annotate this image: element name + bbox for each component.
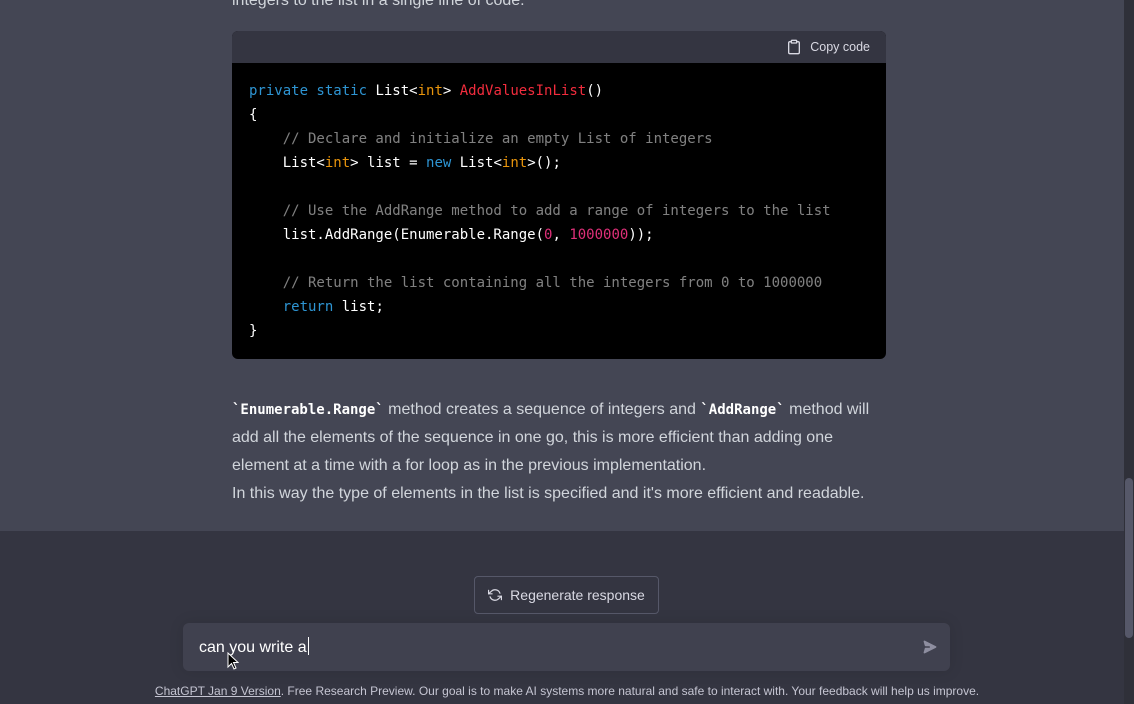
code-token: { [249, 107, 258, 123]
code-line: list.AddRange(Enumerable.Range(0, 100000… [249, 223, 886, 247]
code-token: return [282, 299, 334, 315]
code-line: } [249, 319, 886, 343]
footer: ChatGPT Jan 9 Version. Free Research Pre… [0, 684, 1134, 698]
code-block-header: Copy code [232, 31, 886, 63]
code-token: )); [628, 227, 654, 243]
code-token: int [324, 155, 351, 171]
code-token: list.AddRange(Enumerable.Range( [249, 227, 545, 243]
footer-text: . Free Research Preview. Our goal is to … [280, 684, 980, 698]
code-token: List< [375, 83, 418, 99]
scrollbar-thumb[interactable] [1125, 478, 1133, 638]
code-token: >(); [527, 155, 561, 171]
code-line: { [249, 103, 886, 127]
code-token: // Return the list containing all the in… [249, 275, 823, 291]
version-link[interactable]: ChatGPT Jan 9 Version [155, 684, 281, 698]
inline-code-addrange: `AddRange` [700, 402, 785, 418]
code-line: private static List<int> AddValuesInList… [249, 79, 886, 103]
code-token: List< [249, 155, 325, 171]
code-line: // Return the list containing all the in… [249, 271, 886, 295]
explanation-paragraph: `Enumerable.Range` method creates a sequ… [232, 396, 892, 480]
code-token: () [586, 83, 604, 99]
message-input-box[interactable]: can you write a [183, 623, 950, 671]
explanation-line-2: In this way the type of elements in the … [232, 485, 865, 502]
code-token: int [501, 155, 528, 171]
code-token: // Declare and initialize an empty List … [249, 131, 713, 147]
code-token: private static [249, 83, 376, 99]
code-token: AddValuesInList [459, 83, 587, 99]
assistant-message: integers to the list in a single line of… [0, 0, 1134, 531]
paper-plane-icon[interactable] [922, 639, 938, 655]
code-token: , [552, 227, 570, 243]
code-line: List<int> list = new List<int>(); [249, 151, 886, 175]
copy-code-label: Copy code [810, 40, 870, 54]
code-line: // Use the AddRange method to add a rang… [249, 199, 886, 223]
clipboard-icon [788, 39, 801, 55]
inline-code-enumerable-range: `Enumerable.Range` [232, 402, 384, 418]
code-line: // Declare and initialize an empty List … [249, 127, 886, 151]
regenerate-response-button[interactable]: Regenerate response [474, 576, 659, 614]
message-input[interactable]: can you write a [199, 637, 309, 657]
code-token: > [442, 83, 460, 99]
mouse-cursor-icon [227, 652, 239, 670]
previous-message-text: integers to the list in a single line of… [232, 0, 525, 9]
code-token: 1000000 [569, 227, 629, 243]
code-token: List< [459, 155, 502, 171]
refresh-icon [488, 589, 503, 601]
scrollbar-track[interactable] [1124, 0, 1134, 704]
explanation-text: `Enumerable.Range` method creates a sequ… [232, 396, 892, 508]
code-block: Copy code private static List<int> AddVa… [232, 31, 886, 359]
explanation-text-part: method creates a sequence of integers an… [383, 401, 701, 418]
regenerate-response-label: Regenerate response [510, 587, 645, 603]
code-content: private static List<int> AddValuesInList… [232, 63, 886, 343]
code-token: // Use the AddRange method to add a rang… [249, 203, 831, 219]
code-token: > list = [350, 155, 427, 171]
code-token: } [249, 323, 258, 339]
code-token: new [426, 155, 460, 171]
code-line: return list; [249, 295, 886, 319]
copy-code-button[interactable]: Copy code [786, 39, 870, 55]
code-token: list; [333, 299, 384, 315]
code-token: int [417, 83, 443, 99]
